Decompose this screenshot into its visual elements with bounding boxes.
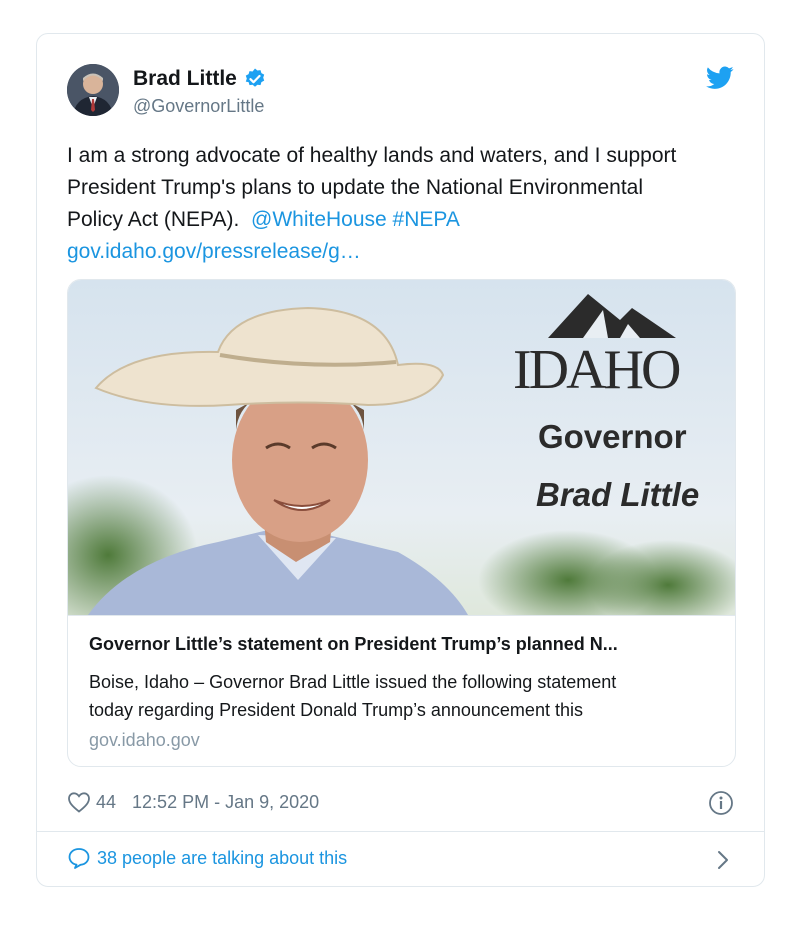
like-count[interactable]: 44 [96,792,116,813]
tweet-text: I am a strong advocate of healthy lands … [67,140,747,268]
heart-icon[interactable] [67,791,91,813]
card-description: Boise, Idaho – Governor Brad Little issu… [89,668,719,724]
tweet-url-link[interactable]: gov.idaho.gov/pressrelease/g… [67,236,747,268]
avatar[interactable] [67,64,119,116]
tweet-meta: 44 12:52 PM - Jan 9, 2020 [67,791,319,813]
conversation-text[interactable]: 38 people are talking about this [97,848,347,869]
verified-badge-icon [245,68,265,87]
tweet-text-line: I am a strong advocate of healthy lands … [67,144,677,167]
card-title[interactable]: Governor Little’s statement on President… [89,634,719,655]
tweet-embed: Brad Little @GovernorLittle I am a stron… [36,33,765,887]
card-domain: gov.idaho.gov [89,730,200,750]
card-image-title: Governor [538,418,687,455]
card-description-line: today regarding President Donald Trump’s… [89,700,583,720]
author-handle[interactable]: @GovernorLittle [133,96,264,117]
author-name[interactable]: Brad Little [133,67,267,91]
author-name-text[interactable]: Brad Little [133,67,237,91]
tweet-text-line: Policy Act (NEPA). @WhiteHouse #NEPA [67,204,747,236]
conversation-link[interactable]: 38 people are talking about this [67,847,347,869]
avatar-image [67,64,119,116]
card-body[interactable]: Governor Little’s statement on President… [68,615,735,766]
link-preview-card[interactable]: IDAHO Governor Brad Little Governor Litt… [67,279,736,767]
twitter-bird-icon[interactable] [706,66,734,90]
info-icon[interactable] [708,790,734,816]
card-image[interactable]: IDAHO Governor Brad Little [68,280,736,615]
tweet-text-line: President Trump's plans to update the Na… [67,176,644,199]
tweet-text-segment: Policy Act (NEPA). [67,208,240,231]
card-image-name: Brad Little [536,476,699,513]
chevron-right-icon[interactable] [716,849,730,871]
card-description-line: Boise, Idaho – Governor Brad Little issu… [89,672,617,692]
hashtag-link[interactable]: #NEPA [393,208,460,231]
speech-bubble-icon [68,848,90,869]
card-image-brand: IDAHO [513,339,680,401]
divider [37,831,764,832]
mention-link[interactable]: @WhiteHouse [251,208,387,231]
timestamp[interactable]: 12:52 PM - Jan 9, 2020 [132,792,319,813]
